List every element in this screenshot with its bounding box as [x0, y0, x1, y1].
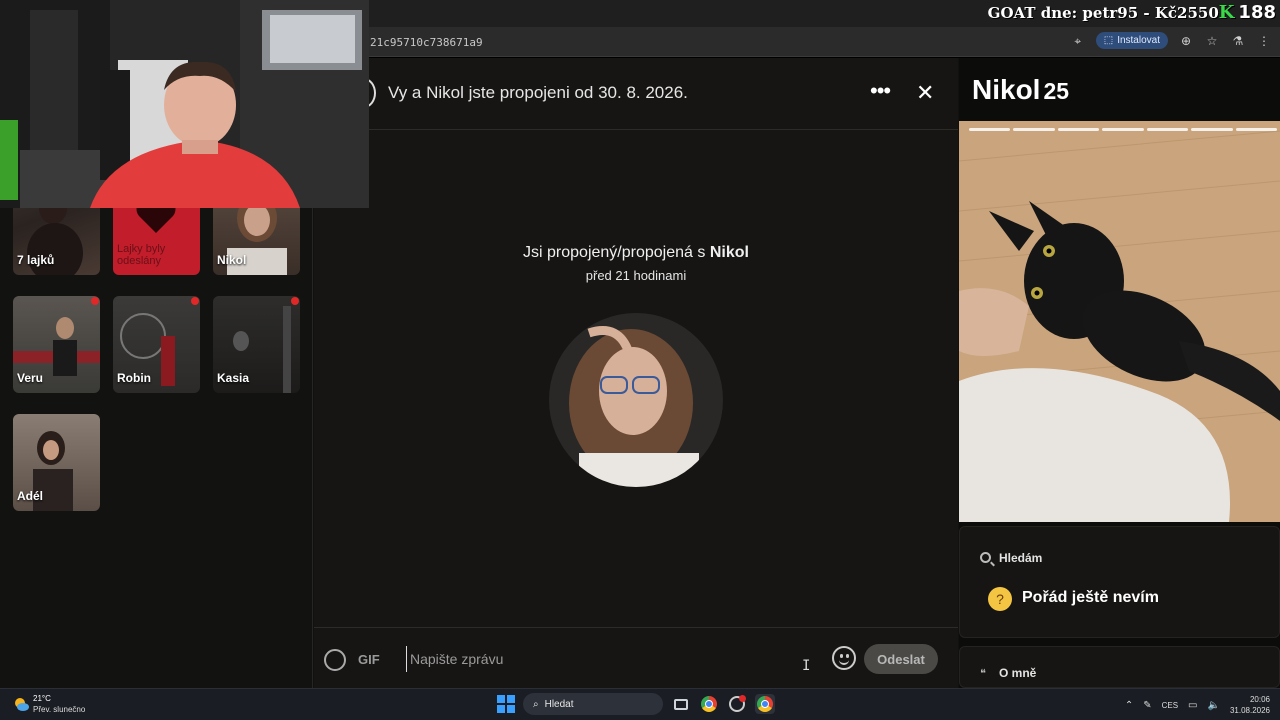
tile-label: Veru [17, 371, 44, 385]
tray-chevron-up-icon[interactable]: ⌃ [1125, 700, 1133, 711]
weather-temp[interactable]: 21°C [33, 694, 51, 703]
tile-label: Lajky byly odeslány [117, 243, 166, 267]
goat-count: 188 [1238, 2, 1276, 23]
send-button[interactable]: Odeslat [864, 644, 938, 674]
chrome-active-icon[interactable] [755, 694, 775, 714]
taskbar-search[interactable]: ⌕ Hledat [523, 693, 663, 715]
match-tile[interactable]: Veru [13, 296, 100, 393]
search-icon: ⌕ [533, 698, 539, 710]
emoji-mouth [839, 659, 849, 665]
photo-progress-bar[interactable] [969, 128, 1011, 131]
close-icon[interactable]: ✕ [916, 80, 934, 106]
weather-desc[interactable]: Přev. slunečno [33, 705, 85, 714]
taskbar: 21°C Přev. slunečno ⌕ Hledat ⌃ ✎ CES ▭ 🔈 … [0, 688, 1280, 720]
new-match-dot [91, 297, 99, 305]
language-indicator[interactable]: CES [1162, 701, 1178, 710]
chat-header-text: Vy a Nikol jste propojeni od 30. 8. 2026… [388, 83, 688, 102]
tile-label: 7 lajků [17, 253, 55, 267]
match-time: před 21 hodinami [585, 268, 687, 283]
monitor-icon[interactable]: ▭ [1188, 700, 1197, 711]
goat-k: K [1218, 2, 1235, 23]
more-options-icon[interactable]: ••• [870, 78, 891, 104]
goat-banner: GOAT dne: petr95 - Kč2550K 188 [987, 2, 1276, 23]
photo-progress-bar[interactable] [1057, 128, 1100, 131]
about-label: O mně [999, 666, 1037, 680]
profile-age: 25 [1043, 78, 1070, 104]
menu-kebab-icon[interactable]: ⋮ [1256, 33, 1272, 49]
match-name: Nikol [709, 244, 749, 261]
gif-button[interactable]: GIF [358, 652, 380, 667]
new-match-dot [291, 297, 299, 305]
clock[interactable]: 20:06 31.08.2026 [1230, 694, 1270, 716]
volume-icon[interactable]: 🔈 [1208, 700, 1220, 711]
url-text[interactable]: 21c95710c738671a9 [370, 36, 483, 49]
search-icon [980, 552, 991, 563]
looking-for-label: Hledám [999, 551, 1043, 565]
quote-icon: ❝ [980, 668, 986, 680]
emoji-picker-icon[interactable] [832, 646, 856, 670]
photo-progress-bar[interactable] [1235, 128, 1277, 131]
photo-progress-bars [969, 128, 1277, 131]
looking-for-card: Hledám ? Pořád ještě nevím [959, 526, 1280, 638]
tile-label: Kasia [217, 371, 250, 385]
looking-for-value: Pořád ještě nevím [1022, 589, 1159, 606]
photo-progress-bar[interactable] [1102, 128, 1144, 131]
text-cursor-icon: I [802, 658, 811, 674]
webcam-overlay [0, 0, 369, 208]
chat-header: Vy a Nikol jste propojeni od 30. 8. 2026… [314, 58, 958, 130]
install-button[interactable]: ⬚ Instalovat [1095, 32, 1168, 49]
tile-label: Robin [117, 371, 151, 385]
windows-start-icon[interactable] [497, 695, 515, 713]
match-avatar[interactable] [549, 313, 723, 487]
clock-date: 31.08.2026 [1229, 706, 1270, 715]
profile-name: Nikol 25 [972, 74, 1070, 105]
tile-label: Adél [17, 489, 44, 503]
match-title: Jsi propojený/propojená s Nikol [523, 244, 749, 261]
labs-flask-icon[interactable]: ⚗ [1230, 33, 1246, 49]
match-tile[interactable]: Robin [113, 296, 200, 393]
taskbar-apps: ⌕ Hledat [497, 693, 775, 715]
about-card: ❝ O mně [959, 646, 1280, 688]
profile-photo-image [959, 121, 1280, 522]
new-match-dot [191, 297, 199, 305]
webcam-image [0, 0, 369, 208]
profile-photo[interactable] [959, 121, 1280, 522]
obs-icon[interactable] [727, 694, 747, 714]
clock-time: 20:06 [1249, 695, 1270, 704]
weather-sun-cloud-icon[interactable] [12, 695, 30, 713]
install-icon: ⬚ [1103, 35, 1114, 46]
thinking-face-icon: ? [988, 587, 1012, 611]
profile-share-icon[interactable] [324, 649, 346, 671]
task-view-icon[interactable] [671, 694, 691, 714]
bookmark-star-icon[interactable]: ☆ [1204, 33, 1220, 49]
match-tile[interactable]: Adél [13, 414, 100, 511]
message-input[interactable] [406, 646, 786, 672]
message-composer: GIF I Odeslat [314, 627, 958, 688]
url-actions: ⌖ ⬚ Instalovat ⊕ ☆ ⚗ ⋮ [1070, 32, 1272, 49]
system-tray: ⌃ ✎ CES ▭ 🔈 20:06 31.08.2026 [1125, 689, 1270, 720]
zoom-icon[interactable]: ⊕ [1178, 33, 1194, 49]
avatar-photo [549, 313, 723, 487]
chat-panel: Vy a Nikol jste propojeni od 30. 8. 2026… [314, 58, 958, 688]
photo-progress-bar[interactable] [1013, 128, 1055, 131]
location-pin-icon[interactable]: ⌖ [1070, 33, 1086, 49]
pen-icon[interactable]: ✎ [1143, 700, 1151, 711]
photo-progress-bar[interactable] [1146, 128, 1189, 131]
photo-progress-bar[interactable] [1191, 128, 1233, 131]
chrome-icon[interactable] [699, 694, 719, 714]
tile-label: Nikol [217, 253, 247, 267]
match-tile[interactable]: Kasia [213, 296, 300, 393]
profile-panel: Nikol 25 Hledám ? Pořád ještě nevím ❝ O … [959, 58, 1280, 688]
